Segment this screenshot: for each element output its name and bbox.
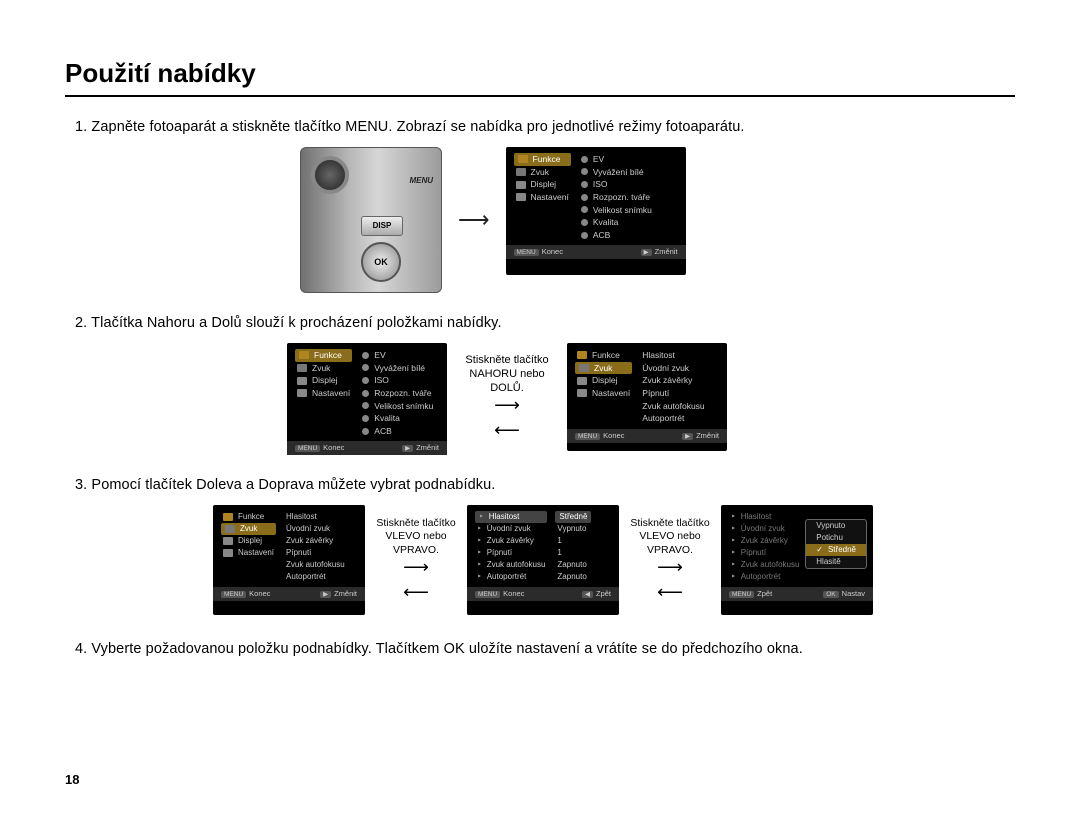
- submenu-acb: ACB: [579, 229, 654, 242]
- lcd-screen-funkce-2: Funkce Zvuk Displej Nastavení EV Vyvážen…: [287, 343, 447, 451]
- display-icon: [223, 537, 233, 545]
- gear-icon: [223, 549, 233, 557]
- acb-icon: [362, 428, 369, 435]
- face-icon: [362, 390, 369, 397]
- camera-icon: [518, 155, 528, 163]
- gear-icon: [577, 389, 587, 397]
- speaker-icon: [516, 168, 526, 176]
- display-icon: [516, 181, 526, 189]
- double-arrow-icon: [457, 395, 557, 441]
- wb-icon: [581, 168, 588, 175]
- submenu-size: Velikost snímku: [579, 204, 654, 217]
- step-1-text: 1. Zapněte fotoaparát a stiskněte tlačít…: [75, 119, 1015, 135]
- submenu-face: Rozpozn. tváře: [579, 191, 654, 204]
- step3-figure: Funkce Zvuk Displej Nastavení Hlasitost …: [213, 505, 1015, 615]
- speaker-icon: [297, 364, 307, 372]
- menu-item-displej: Displej: [514, 178, 571, 191]
- camera-icon: [299, 351, 309, 359]
- gear-icon: [297, 389, 307, 397]
- iso-icon: [362, 377, 369, 384]
- lcd-zvuk-values: Hlasitost Úvodní zvuk Zvuk závěrky Pípnu…: [467, 505, 619, 615]
- step2-figure: Funkce Zvuk Displej Nastavení EV Vyvážen…: [287, 343, 1015, 451]
- submenu-quality: Kvalita: [579, 216, 654, 229]
- submenu-ev: EV: [579, 153, 654, 166]
- size-icon: [362, 402, 369, 409]
- lcd-zvuk-popup: Hlasitost Úvodní zvuk Zvuk závěrky Pípnu…: [721, 505, 873, 615]
- camera-menu-label: MENU: [409, 176, 433, 185]
- double-arrow-icon: [371, 557, 461, 603]
- volume-popup: Vypnuto Potichu Středně Hlasitě: [805, 519, 867, 569]
- size-icon: [581, 206, 588, 213]
- display-icon: [297, 377, 307, 385]
- play-tag: ▶: [641, 249, 652, 256]
- opt-potichu: Potichu: [806, 532, 866, 544]
- gear-icon: [516, 193, 526, 201]
- hint-leftright-a: Stiskněte tlačítko VLEVO nebo VPRAVO.: [371, 517, 461, 558]
- submenu-iso: ISO: [579, 178, 654, 191]
- camera-icon: [223, 513, 233, 521]
- speaker-icon: [225, 525, 235, 533]
- arrow-right-icon: [458, 207, 490, 233]
- step-4-text: 4. Vyberte požadovanou položku podnabídk…: [75, 641, 1015, 657]
- val-hlasitost: Středně: [555, 511, 591, 523]
- menu-item-zvuk: Zvuk: [514, 166, 571, 179]
- opt-hlasite: Hlasitě: [806, 556, 866, 568]
- opt-vypnuto: Vypnuto: [806, 520, 866, 532]
- step-2-text: 2. Tlačítka Nahoru a Dolů slouží k proch…: [75, 315, 1015, 331]
- iso-icon: [581, 181, 588, 188]
- page-title: Použití nabídky: [65, 58, 1015, 97]
- page-number: 18: [65, 772, 79, 787]
- acb-icon: [581, 232, 588, 239]
- wb-icon: [362, 364, 369, 371]
- opt-stredne-selected: Středně: [806, 544, 866, 556]
- speaker-icon: [579, 364, 589, 372]
- camera-device-illustration: MENU DISP OK: [300, 147, 442, 293]
- step1-figure: MENU DISP OK Funkce Zvuk Displej Nastave…: [300, 147, 1015, 293]
- quality-icon: [581, 219, 588, 226]
- lcd-zvuk-left: Funkce Zvuk Displej Nastavení Hlasitost …: [213, 505, 365, 615]
- menu-right-column: EV Vyvážení bílé ISO Rozpozn. tváře Veli…: [579, 153, 654, 241]
- ev-icon: [581, 156, 588, 163]
- camera-ok-button: OK: [361, 242, 401, 282]
- menu-tag: MENU: [514, 249, 539, 256]
- hint-leftright-b: Stiskněte tlačítko VLEVO nebo VPRAVO.: [625, 517, 715, 558]
- step-3-text: 3. Pomocí tlačítek Doleva a Doprava může…: [75, 477, 1015, 493]
- quality-icon: [362, 415, 369, 422]
- submenu-wb: Vyvážení bílé: [579, 166, 654, 179]
- menu-item-funkce: Funkce: [514, 153, 571, 166]
- display-icon: [577, 377, 587, 385]
- menu-item-nastaveni: Nastavení: [514, 191, 571, 204]
- hint-updown: Stiskněte tlačítko NAHORU nebo DOLŮ.: [457, 353, 557, 396]
- row-hlasitost: Hlasitost: [475, 511, 547, 523]
- lcd-screen-zvuk: Funkce Zvuk Displej Nastavení Hlasitost …: [567, 343, 727, 451]
- camera-icon: [577, 351, 587, 359]
- menu-left-column: Funkce Zvuk Displej Nastavení: [514, 153, 571, 241]
- lcd-footer: MENUKonec ▶Změnit: [506, 245, 686, 259]
- lcd-screen-funkce: Funkce Zvuk Displej Nastavení EV Vyvážen…: [506, 147, 686, 275]
- double-arrow-icon: [625, 557, 715, 603]
- ev-icon: [362, 352, 369, 359]
- face-icon: [581, 194, 588, 201]
- camera-disp-button: DISP: [361, 216, 403, 236]
